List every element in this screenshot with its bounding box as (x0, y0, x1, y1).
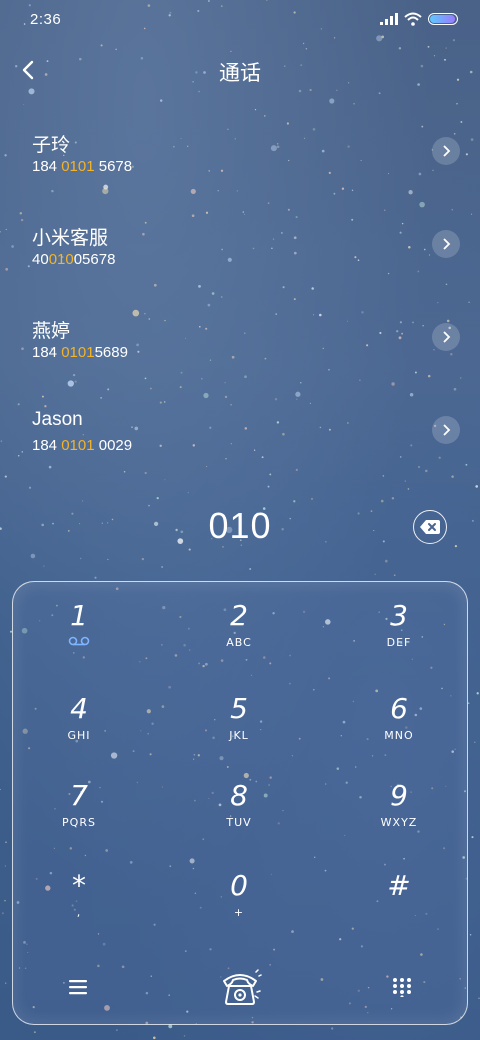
phone-call-icon (223, 969, 262, 1005)
key-digit: 4 (70, 692, 88, 725)
menu-icon (69, 980, 87, 995)
key-digit: 9 (390, 779, 408, 812)
backspace-icon (420, 520, 440, 534)
key-9[interactable]: 9 WXYZ (349, 774, 449, 846)
key-hash[interactable]: # (349, 864, 449, 936)
contact-item[interactable]: 子玲 184 0101 5678 (0, 120, 480, 213)
contact-number: 184 0101 0029 (32, 437, 132, 454)
number-prefix: 184 (32, 437, 62, 454)
key-3[interactable]: 3 DEF (349, 594, 449, 666)
key-letters: ABC (226, 636, 252, 649)
key-7[interactable]: 7 PQRS (29, 774, 129, 846)
contact-name: Jason (32, 409, 83, 430)
dialed-number: 010 (208, 505, 272, 546)
signal-icon (380, 13, 398, 25)
key-letters: + (233, 906, 245, 919)
status-time: 2:36 (30, 11, 62, 28)
key-letters: GHI (67, 729, 91, 742)
contact-number: 184 0101 5678 (32, 158, 132, 175)
key-digit: 6 (390, 692, 408, 725)
number-match: 0101 (61, 344, 95, 361)
key-digit: 2 (230, 599, 248, 632)
key-star[interactable]: * , (29, 864, 129, 936)
dialpad-toggle-button[interactable] (377, 962, 427, 1012)
number-prefix: 184 (32, 344, 62, 361)
number-match: 0101 (61, 158, 95, 175)
key-digit: 8 (230, 779, 248, 812)
wifi-icon (404, 12, 422, 26)
key-digit: 0 (230, 869, 248, 902)
chevron-right-icon (443, 145, 451, 157)
key-1[interactable]: 1 (29, 594, 129, 666)
key-digit: # (387, 869, 411, 902)
contact-number: 184 01015689 (32, 344, 128, 361)
battery-fill (430, 15, 455, 23)
key-letters: TUV (226, 816, 252, 829)
key-5[interactable]: 5 JKL (189, 687, 289, 759)
number-match: 010 (48, 251, 74, 268)
key-letters: , (76, 906, 82, 919)
key-letters: MNO (384, 729, 414, 742)
contact-name: 小米客服 (32, 228, 109, 249)
key-letters: DEF (386, 636, 412, 649)
call-button[interactable] (215, 962, 265, 1012)
header: 通话 (0, 48, 480, 92)
key-digit: 7 (70, 779, 88, 812)
contact-number: 4001005678 (32, 251, 115, 268)
contact-list: 子玲 184 0101 5678 小米客服 4001005678 燕婷 184 … (0, 120, 480, 492)
number-prefix: 40 (32, 251, 49, 268)
battery-icon (428, 13, 458, 25)
key-digit: 5 (230, 692, 248, 725)
contact-detail-button[interactable] (432, 323, 460, 351)
key-letters: PQRS (62, 816, 96, 829)
number-suffix: 0029 (94, 437, 133, 454)
key-letters: WXYZ (380, 816, 418, 829)
key-digit: * (72, 869, 86, 902)
keypad-panel: 1 2 ABC 3 DEF 4 GHI 5 JKL 6 MNO 7 PQRS 8… (12, 581, 468, 1025)
menu-button[interactable] (53, 962, 103, 1012)
contact-item[interactable]: Jason 184 0101 0029 (0, 399, 480, 492)
status-icons (380, 12, 458, 26)
number-suffix: 5678 (94, 158, 133, 175)
number-match: 0101 (61, 437, 95, 454)
key-digit: 1 (70, 599, 88, 632)
page-title: 通话 (219, 62, 261, 85)
key-6[interactable]: 6 MNO (349, 687, 449, 759)
voicemail-icon (68, 636, 90, 646)
contact-detail-button[interactable] (432, 230, 460, 258)
contact-item[interactable]: 小米客服 4001005678 (0, 213, 480, 306)
number-suffix: 5689 (94, 344, 128, 361)
number-suffix: 05678 (73, 251, 116, 268)
chevron-right-icon (443, 331, 451, 343)
key-letters: JKL (229, 729, 249, 742)
contact-name: 燕婷 (32, 321, 71, 342)
status-bar: 2:36 (0, 0, 480, 40)
key-4[interactable]: 4 GHI (29, 687, 129, 759)
key-0[interactable]: 0 + (189, 864, 289, 936)
contact-detail-button[interactable] (432, 416, 460, 444)
delete-button[interactable] (413, 510, 447, 544)
dialpad-grid-icon (393, 978, 411, 997)
contact-name: 子玲 (32, 135, 71, 156)
contact-item[interactable]: 燕婷 184 01015689 (0, 306, 480, 399)
chevron-right-icon (443, 238, 451, 250)
chevron-right-icon (443, 424, 451, 436)
key-digit: 3 (390, 599, 408, 632)
contact-detail-button[interactable] (432, 137, 460, 165)
number-prefix: 184 (32, 158, 62, 175)
key-2[interactable]: 2 ABC (189, 594, 289, 666)
key-8[interactable]: 8 TUV (189, 774, 289, 846)
